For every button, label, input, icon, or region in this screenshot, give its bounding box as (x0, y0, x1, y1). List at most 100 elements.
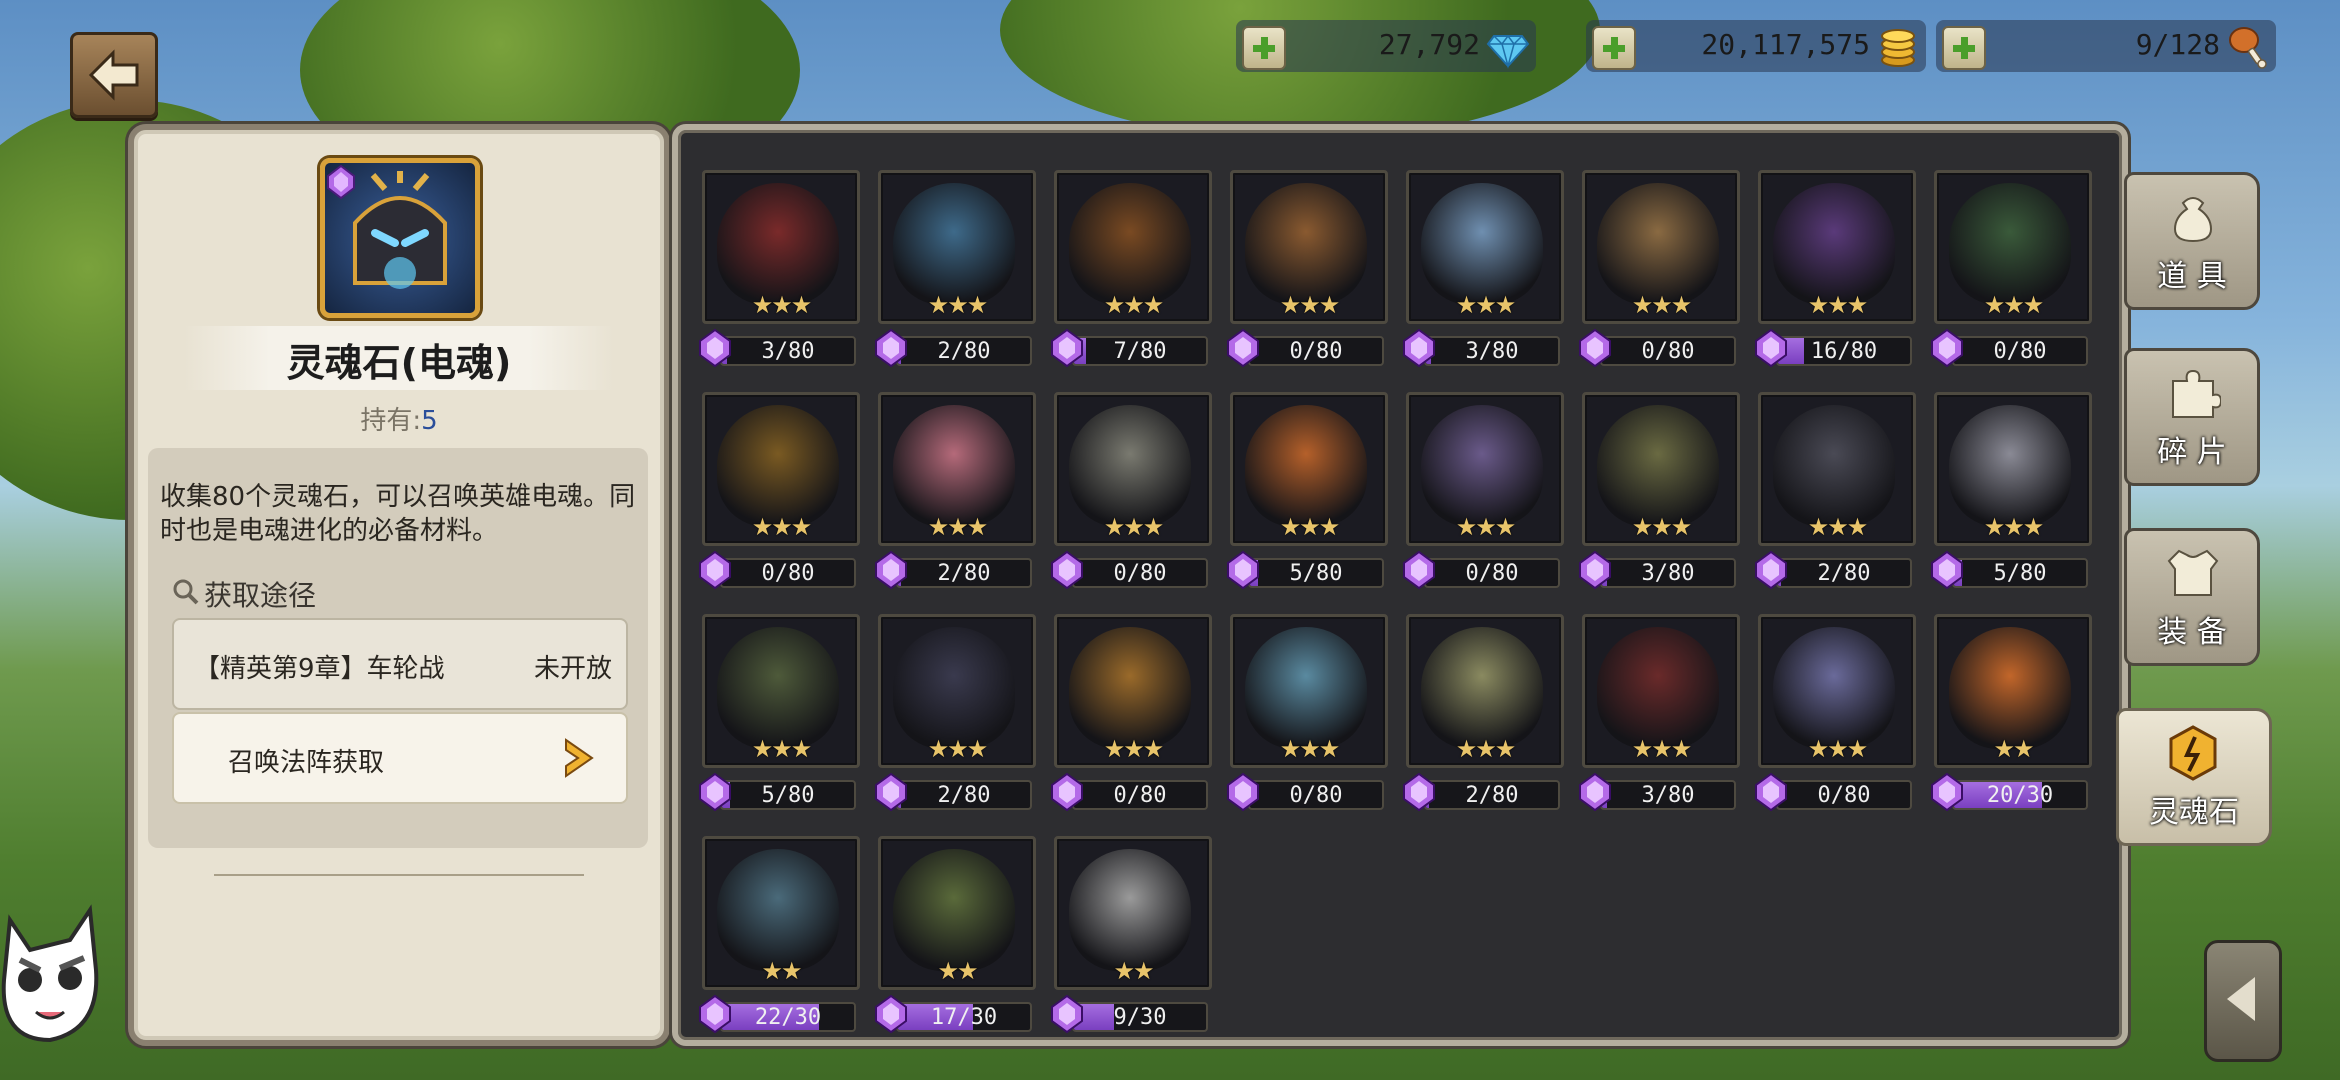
diamond-count: 27,792 (1378, 28, 1480, 61)
hero-portrait: ★★★ (1406, 170, 1564, 324)
add-gold-button[interactable] (1592, 26, 1636, 70)
hero-art (893, 849, 1015, 971)
soulstone-cell[interactable]: ★★★ 5/80 (1931, 392, 2092, 592)
hero-art (1069, 849, 1191, 971)
progress-text: 16/80 (1810, 339, 1878, 364)
progress-bar: 20/30 (1952, 780, 2088, 810)
currency-diamond: 27,792 (1236, 20, 1536, 72)
hero-portrait: ★★★ (1934, 392, 2092, 546)
soulstone-cell[interactable]: ★★★ 3/80 (1579, 614, 1740, 814)
soulstone-cell[interactable]: ★★★ 7/80 (1051, 170, 1212, 370)
source-row-elite-chapter: 【精英第9章】车轮战 未开放 (172, 618, 628, 710)
triangle-left-icon (2227, 977, 2255, 1021)
hero-portrait: ★★★ (1406, 614, 1564, 768)
progress-text: 5/80 (1993, 561, 2047, 586)
progress-bar: 2/80 (1424, 780, 1560, 810)
progress-text: 0/80 (1993, 339, 2047, 364)
hero-portrait: ★★★ (1758, 392, 1916, 546)
tab-items[interactable]: 道 具 (2124, 172, 2260, 310)
soulstone-gem-icon (1755, 550, 1787, 590)
back-button[interactable] (70, 32, 158, 118)
soulstone-cell[interactable]: ★★★ 2/80 (875, 614, 1036, 814)
hero-art (1245, 183, 1367, 305)
stamina-count: 9/128 (2135, 28, 2220, 61)
soulstone-cell[interactable]: ★★★ 0/80 (1051, 614, 1212, 814)
hero-art (717, 627, 839, 749)
soulstone-gem-icon (1931, 328, 1963, 368)
progress-text: 0/80 (1641, 339, 1695, 364)
progress-bar: 3/80 (1600, 780, 1736, 810)
soulstone-gem-icon (1579, 550, 1611, 590)
soulstone-gem-icon (699, 772, 731, 812)
soulstone-cell[interactable]: ★★★ 2/80 (875, 170, 1036, 370)
progress-bar: 0/80 (1600, 336, 1736, 366)
soulstone-cell[interactable]: ★★★ 2/80 (1755, 392, 1916, 592)
hero-portrait: ★★★ (878, 170, 1036, 324)
soulstone-cell[interactable]: ★★★ 0/80 (1403, 392, 1564, 592)
add-diamond-button[interactable] (1242, 26, 1286, 70)
soulstone-cell[interactable]: ★★★ 5/80 (1227, 392, 1388, 592)
collapse-panel-button[interactable] (2204, 940, 2282, 1062)
progress-text: 2/80 (1817, 561, 1871, 586)
hero-art (893, 405, 1015, 527)
soulstone-cell[interactable]: ★★ 9/30 (1051, 836, 1212, 1036)
progress-text: 3/80 (1465, 339, 1519, 364)
hero-portrait: ★★★ (1406, 392, 1564, 546)
soulstone-cell[interactable]: ★★★ 0/80 (1755, 614, 1916, 814)
soulstone-cell[interactable]: ★★★ 2/80 (875, 392, 1036, 592)
star-rating: ★★★ (1983, 291, 2045, 319)
soulstone-cell[interactable]: ★★ 20/30 (1931, 614, 2092, 814)
progress-text: 0/80 (1113, 783, 1167, 808)
hero-portrait: ★★★ (702, 170, 860, 324)
progress-text: 22/30 (754, 1005, 822, 1030)
hero-portrait: ★★★ (1054, 170, 1212, 324)
soulstone-cell[interactable]: ★★★ 3/80 (1403, 170, 1564, 370)
sources-label: 获取途径 (204, 579, 317, 612)
soulstone-cell[interactable]: ★★★ 3/80 (1579, 392, 1740, 592)
hero-art (1069, 627, 1191, 749)
soulstone-gem-icon (1227, 328, 1259, 368)
hero-art (1421, 405, 1543, 527)
hero-portrait: ★★★ (1230, 392, 1388, 546)
progress-bar: 2/80 (896, 336, 1032, 366)
soulstone-cell[interactable]: ★★★ 0/80 (1579, 170, 1740, 370)
add-stamina-button[interactable] (1942, 26, 1986, 70)
tab-equipment[interactable]: 装 备 (2124, 528, 2260, 666)
soulstone-gem-icon (875, 328, 907, 368)
soulstone-cell[interactable]: ★★★ 0/80 (1051, 392, 1212, 592)
soulstone-cell[interactable]: ★★★ 2/80 (1403, 614, 1564, 814)
hero-art (717, 183, 839, 305)
hero-art (1773, 627, 1895, 749)
description-box: 收集80个灵魂石，可以召唤英雄电魂。同时也是电魂进化的必备材料。 获取途径 【精… (148, 448, 648, 848)
soulstone-cell[interactable]: ★★★ 0/80 (1227, 170, 1388, 370)
tab-soulstones[interactable]: 灵魂石 (2116, 708, 2272, 846)
soulstone-cell[interactable]: ★★★ 5/80 (699, 614, 860, 814)
soulstone-gem-icon (1227, 772, 1259, 812)
progress-bar: 0/80 (1248, 336, 1384, 366)
hero-portrait: ★★★ (1758, 614, 1916, 768)
soulstone-cell[interactable]: ★★★ 16/80 (1755, 170, 1916, 370)
soulstone-cell[interactable]: ★★★ 0/80 (699, 392, 860, 592)
progress-bar: 2/80 (1776, 558, 1912, 588)
soulstone-cell[interactable]: ★★ 17/30 (875, 836, 1036, 1036)
soulstone-cell[interactable]: ★★★ 0/80 (1227, 614, 1388, 814)
star-rating: ★★★ (751, 291, 813, 319)
soulstone-gem-icon (1403, 550, 1435, 590)
soulstone-gem-icon (1755, 772, 1787, 812)
tab-fragments[interactable]: 碎 片 (2124, 348, 2260, 486)
progress-text: 3/80 (1641, 561, 1695, 586)
soulstone-cell[interactable]: ★★★ 3/80 (699, 170, 860, 370)
source-row-summon[interactable]: 召唤法阵获取 (172, 712, 628, 804)
hero-art (1245, 627, 1367, 749)
hero-portrait: ★★★ (1230, 614, 1388, 768)
soulstone-gem-icon (875, 550, 907, 590)
owned-value: 5 (421, 406, 438, 436)
soulstone-cell[interactable]: ★★ 22/30 (699, 836, 860, 1036)
star-rating: ★★★ (927, 735, 989, 763)
hero-portrait: ★★★ (1054, 392, 1212, 546)
soulstone-cell[interactable]: ★★★ 0/80 (1931, 170, 2092, 370)
soulstone-icon (2169, 725, 2217, 781)
hero-portrait: ★★★ (702, 392, 860, 546)
star-rating: ★★ (1993, 735, 2034, 763)
currency-gold: 20,117,575 (1586, 20, 1926, 72)
